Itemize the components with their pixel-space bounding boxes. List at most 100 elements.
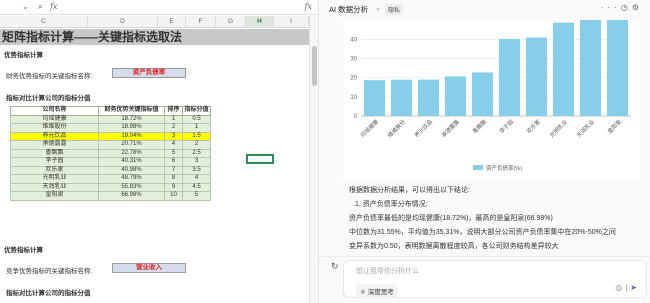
chevron-down-icon[interactable]: ⌄ [22, 2, 29, 11]
scrollbar-thumb[interactable] [312, 46, 317, 86]
vertical-scrollbar[interactable] [309, 16, 318, 303]
section2-key-label: 竞争优势指标的关键指标名称: [6, 268, 93, 275]
column-headers: C D E F G H I [0, 16, 318, 28]
y-tick-label: 10 [350, 95, 357, 101]
table-cell[interactable]: 均瑶健康 [10, 114, 99, 124]
privacy-badge[interactable]: 隐私 [385, 4, 404, 15]
table-cell[interactable]: 18.98% [98, 123, 165, 133]
zoom-icon[interactable]: ⌕ [38, 1, 43, 12]
table-cell[interactable]: 2 [164, 123, 183, 133]
selected-cell[interactable] [246, 154, 274, 164]
table-header-cell[interactable]: 指标分值 [182, 106, 211, 116]
table-cell[interactable]: 李子园 [10, 157, 99, 167]
table-cell[interactable]: 66.98% [98, 191, 165, 201]
col-header-d[interactable]: D [88, 16, 158, 28]
table-cell[interactable]: 4 [164, 140, 183, 150]
table-cell[interactable]: 5 [182, 191, 211, 201]
table-cell[interactable]: 6 [164, 157, 183, 167]
section2-key-value[interactable]: 营业收入 [112, 263, 186, 273]
table-cell[interactable]: 10 [164, 191, 183, 201]
table-cell[interactable]: 承德露露 [10, 140, 99, 150]
attach-icon[interactable]: ◎ [615, 283, 625, 292]
panel-header: AI 数据分析 ⌄ 隐私 ···◷⚙ [319, 0, 650, 18]
legend-label: 资产负债率(%) [486, 164, 522, 172]
table-cell[interactable]: 光明乳业 [10, 174, 99, 184]
panel-title[interactable]: AI 数据分析 [329, 4, 368, 15]
table-cell[interactable]: 0.5 [182, 114, 211, 124]
section1-key-value[interactable]: 资产负债率 [112, 68, 186, 78]
table-cell[interactable]: 3 [164, 131, 183, 141]
x-tick-label: 李子园 [498, 117, 516, 135]
analysis-line: 1. 资产负债率分布情况: [355, 201, 428, 208]
bar [417, 79, 440, 116]
table-cell[interactable]: 19.04% [98, 131, 165, 141]
table-header-cell[interactable]: 公司名称 [10, 106, 99, 116]
table-cell[interactable]: 7 [164, 165, 183, 175]
table-cell[interactable]: 40.31% [98, 157, 165, 167]
table-cell[interactable]: 5 [164, 148, 183, 158]
table-cell[interactable]: 天润乳业 [10, 182, 99, 192]
fx-expand-icon[interactable]: fx [305, 2, 312, 11]
table-cell[interactable]: 3.5 [182, 165, 211, 175]
atom-icon: ⚛ [360, 289, 366, 296]
x-tick-label: 维维股份 [386, 117, 408, 139]
col-header-f[interactable]: F [186, 16, 216, 28]
table-cell[interactable]: 8 [164, 174, 183, 184]
table-row: 皇阳泉 66.98% 10 5 [10, 191, 211, 201]
table-cell[interactable]: 48.79% [98, 174, 165, 184]
col-header-i[interactable]: I [274, 16, 309, 28]
analysis-line: 变异系数为0.50，表明数据离散程度较高，各公司财务结构差异较大 [349, 243, 559, 250]
table-cell[interactable]: 55.83% [98, 182, 165, 192]
bar-chart: 0 10 20 30 40 均瑶健康 维维股份 养元饮品 承德露露 香飘飘 李子园 欢乐家 光明乳业 天润… [350, 20, 631, 172]
history-icon[interactable]: ◷ [621, 3, 632, 12]
table-cell[interactable]: 18.72% [98, 114, 165, 124]
input-icons: ◎|➤ [615, 283, 640, 292]
table-row: 欢乐家 40.98% 7 3.5 [10, 165, 211, 175]
table-header-row: 公司名称 财务优势关键指标值 排序 指标分值 [10, 106, 211, 116]
analysis-line: 资产负债率最低的是均瑶健康(18.72%)，最高的是皇阳泉(66.98%) [349, 215, 553, 222]
table-cell[interactable]: 40.98% [98, 165, 165, 175]
x-tick-label: 欢乐家 [525, 117, 543, 135]
table-cell[interactable]: 22.78% [98, 148, 165, 158]
table-row: 光明乳业 48.79% 8 4 [10, 174, 211, 184]
table-cell[interactable]: 2.5 [182, 148, 211, 158]
table-cell[interactable]: 养元饮品 [10, 131, 99, 141]
table-cell[interactable]: 香飘飘 [10, 148, 99, 158]
col-header-h[interactable]: H [246, 16, 274, 28]
fx-icon[interactable]: fx [50, 2, 57, 11]
table-header-cell[interactable]: 排序 [164, 106, 183, 116]
table-cell[interactable]: 1 [182, 123, 211, 133]
divider [319, 256, 650, 257]
table-row: 均瑶健康 18.72% 1 0.5 [10, 114, 211, 124]
settings-icon[interactable]: ⚙ [632, 3, 643, 12]
table-cell[interactable]: 2 [182, 140, 211, 150]
deep-think-label: 深度思考 [367, 289, 394, 296]
more-icon[interactable]: ··· [601, 3, 621, 12]
deep-think-button[interactable]: ⚛ 深度思考 [356, 284, 398, 298]
table-cell[interactable]: 9 [164, 182, 183, 192]
table-cell[interactable]: 4 [182, 174, 211, 184]
refresh-icon[interactable]: ↻ [331, 261, 339, 272]
table-row: 承德露露 20.71% 4 2 [10, 140, 211, 150]
table-cell[interactable]: 4.5 [182, 182, 211, 192]
ai-panel: AI 数据分析 ⌄ 隐私 ···◷⚙ 0 10 20 30 40 均瑶健康 维维股份 养元饮品… [318, 0, 650, 303]
col-header-e[interactable]: E [158, 16, 186, 28]
table-cell[interactable]: 3 [182, 157, 211, 167]
sheet-title-band: 矩阵指标计算——关键指标选取法 [0, 29, 309, 45]
chevron-down-icon[interactable]: ⌄ [375, 4, 381, 12]
table-cell[interactable]: 维维股份 [10, 123, 99, 133]
table-cell[interactable]: 欢乐家 [10, 165, 99, 175]
chart-card: 0 10 20 30 40 均瑶健康 维维股份 养元饮品 承德露露 香飘飘 李子园 欢乐家 光明乳业 天润… [343, 20, 640, 180]
table-row: 养元饮品 19.04% 3 1.5 [10, 131, 211, 141]
y-tick-label: 0 [354, 114, 358, 120]
col-header-g[interactable]: G [216, 16, 246, 28]
table-cell[interactable]: 1.5 [182, 131, 211, 141]
send-icon[interactable]: ➤ [630, 283, 640, 292]
chat-input[interactable]: 想让我帮你分析什么 ⚛ 深度思考 ◎|➤ [343, 260, 647, 298]
table-header-cell[interactable]: 财务优势关键指标值 [98, 106, 165, 116]
table-cell[interactable]: 皇阳泉 [10, 191, 99, 201]
col-header-c[interactable]: C [0, 16, 88, 28]
chat-input-placeholder[interactable]: 想让我帮你分析什么 [356, 266, 419, 276]
table-cell[interactable]: 20.71% [98, 140, 165, 150]
table-cell[interactable]: 1 [164, 114, 183, 124]
